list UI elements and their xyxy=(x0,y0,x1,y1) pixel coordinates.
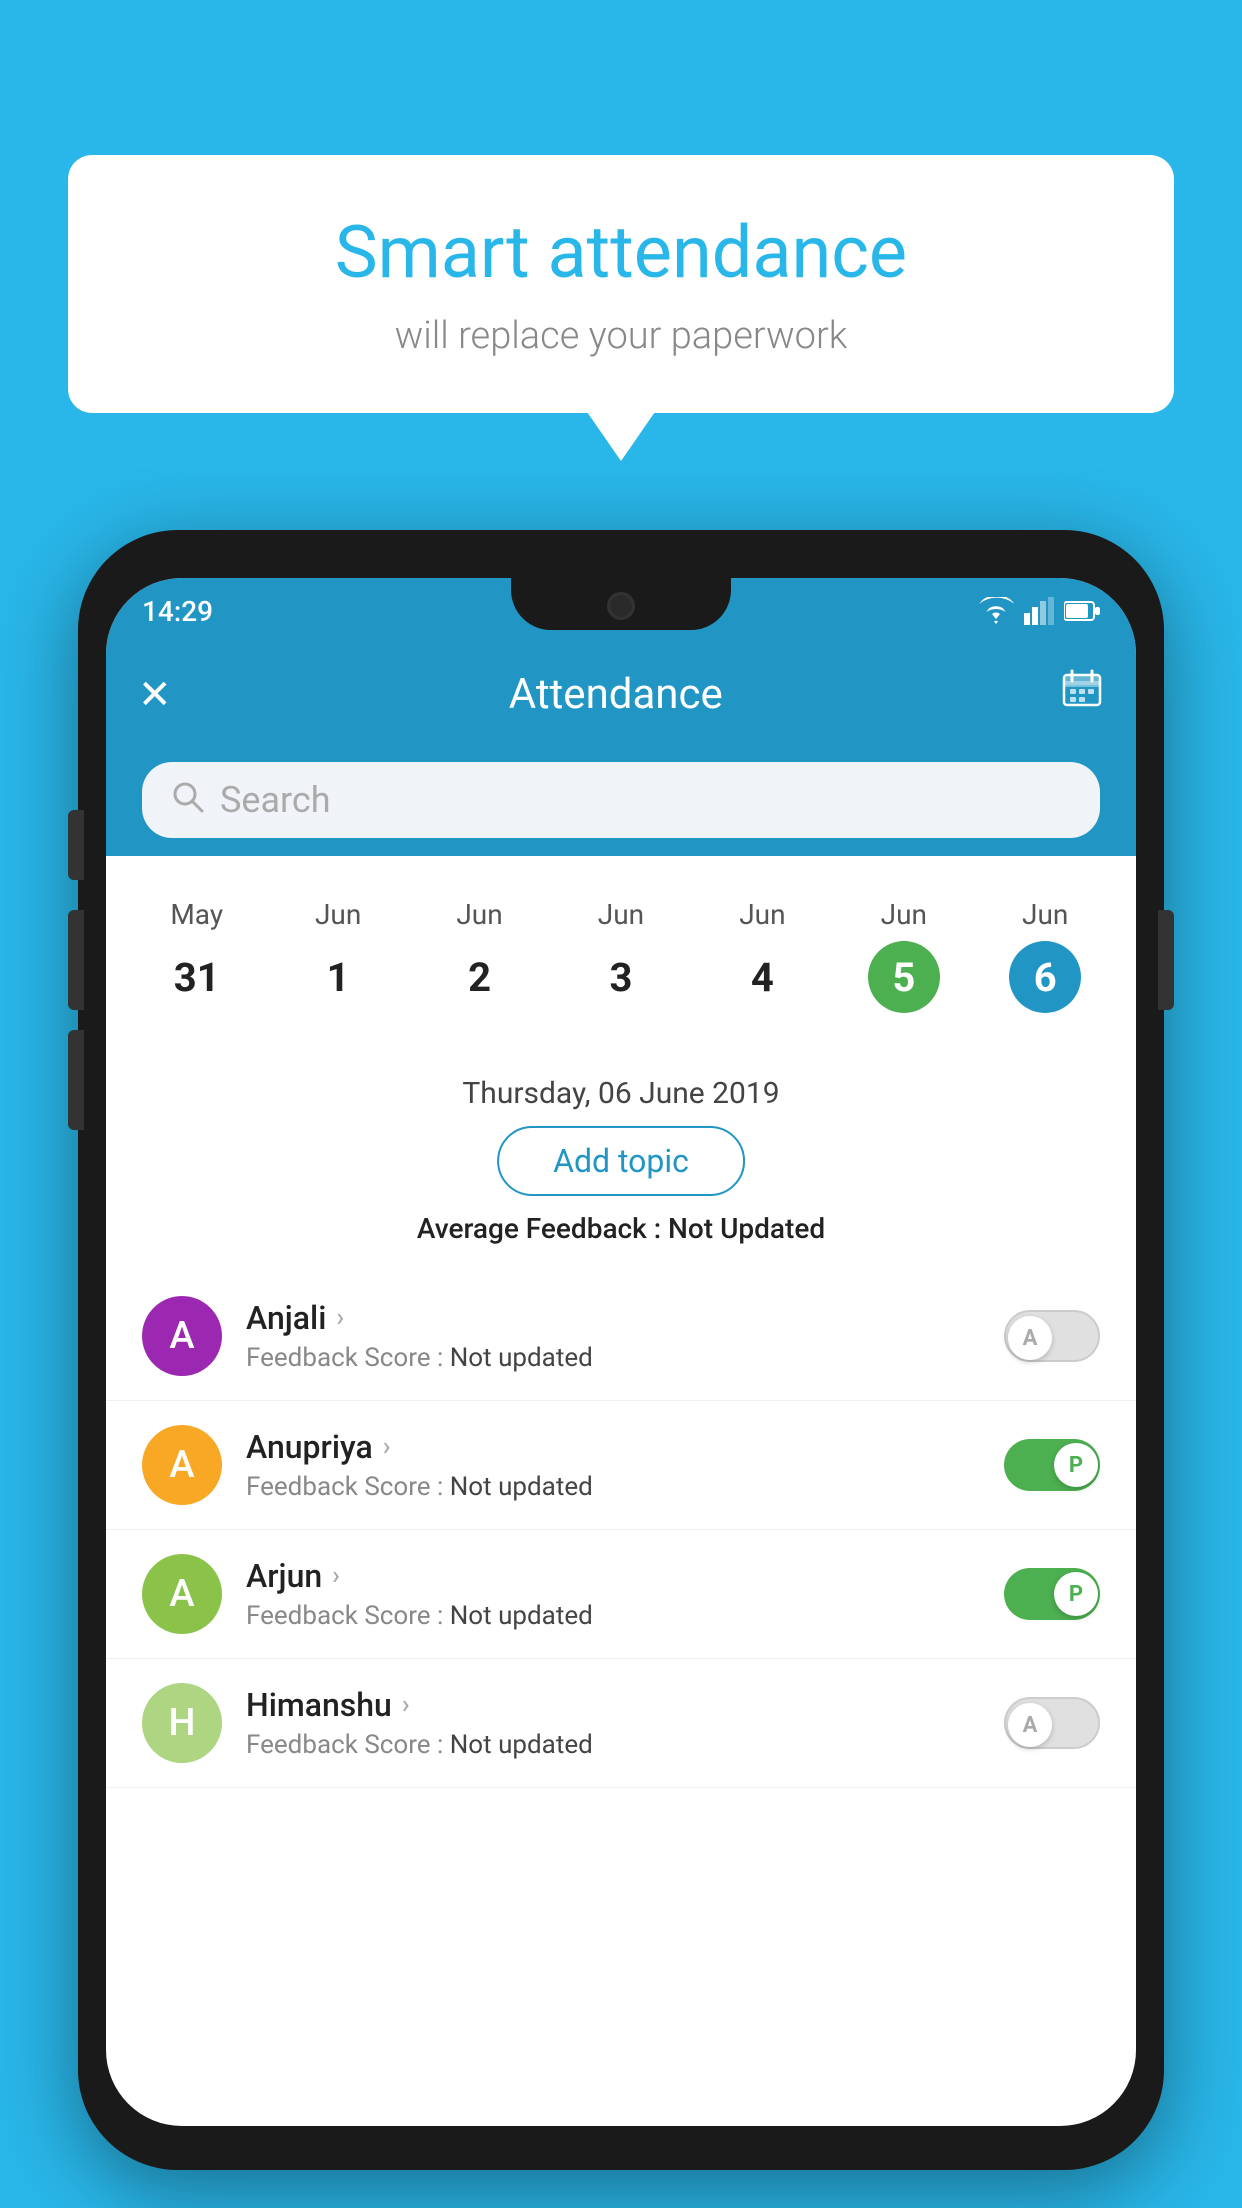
student-name[interactable]: Anjali › xyxy=(246,1299,980,1337)
toggle-knob: P xyxy=(1054,1572,1098,1616)
student-info: Arjun › Feedback Score : Not updated xyxy=(246,1557,980,1631)
signal-icon xyxy=(1024,597,1054,625)
calendar-day-3[interactable]: Jun 3 xyxy=(585,898,657,1013)
calendar-day-4[interactable]: Jun 4 xyxy=(726,898,798,1013)
day-number: 3 xyxy=(585,941,657,1013)
bubble-subtitle: will replace your paperwork xyxy=(128,314,1114,358)
search-input-placeholder: Search xyxy=(220,779,331,821)
student-feedback: Feedback Score : Not updated xyxy=(246,1472,980,1502)
day-month-label: Jun xyxy=(598,898,644,931)
day-number: 31 xyxy=(161,941,233,1013)
day-number: 4 xyxy=(726,941,798,1013)
speech-bubble: Smart attendance will replace your paper… xyxy=(68,155,1174,413)
calendar-button[interactable] xyxy=(1060,667,1104,721)
search-icon xyxy=(170,779,204,822)
app-title: Attendance xyxy=(172,670,1060,719)
student-avatar: A xyxy=(142,1425,222,1505)
student-feedback: Feedback Score : Not updated xyxy=(246,1601,980,1631)
chevron-icon: › xyxy=(332,1561,340,1591)
day-month-label: Jun xyxy=(739,898,785,931)
calendar-days: May 31 Jun 1 Jun 2 Jun 3 Jun 4 Jun 5 Jun 6 xyxy=(106,898,1136,1013)
calendar-day-5[interactable]: Jun 5 xyxy=(868,898,940,1013)
calendar-day-6[interactable]: Jun 6 xyxy=(1009,898,1081,1013)
silent-button xyxy=(68,1030,84,1130)
power-button xyxy=(1158,910,1174,1010)
calendar-day-2[interactable]: Jun 2 xyxy=(444,898,516,1013)
status-time: 14:29 xyxy=(142,595,213,628)
student-avatar: A xyxy=(142,1554,222,1634)
chevron-icon: › xyxy=(336,1303,344,1333)
attendance-toggle[interactable]: A xyxy=(1004,1697,1100,1749)
app-bar: ✕ Attendance xyxy=(106,644,1136,744)
volume-up-button xyxy=(68,810,84,880)
day-month-label: Jun xyxy=(456,898,502,931)
student-item: A Anjali › Feedback Score : Not updated A xyxy=(106,1272,1136,1401)
student-info: Himanshu › Feedback Score : Not updated xyxy=(246,1686,980,1760)
student-avatar: A xyxy=(142,1296,222,1376)
student-avatar: H xyxy=(142,1683,222,1763)
add-topic-button[interactable]: Add topic xyxy=(497,1126,745,1196)
toggle-knob: A xyxy=(1008,1316,1052,1360)
phone-notch xyxy=(511,578,731,630)
day-number: 1 xyxy=(302,941,374,1013)
day-number: 5 xyxy=(868,941,940,1013)
average-feedback: Average Feedback : Not Updated xyxy=(106,1212,1136,1245)
calendar-strip: May 31 Jun 1 Jun 2 Jun 3 Jun 4 Jun 5 Jun 6 xyxy=(106,874,1136,1029)
day-month-label: May xyxy=(170,898,223,931)
phone-frame: 14:29 xyxy=(78,530,1164,2170)
chevron-icon: › xyxy=(383,1432,391,1462)
student-item: A Arjun › Feedback Score : Not updated P xyxy=(106,1530,1136,1659)
phone-screen: 14:29 xyxy=(106,578,1136,2126)
student-name[interactable]: Arjun › xyxy=(246,1557,980,1595)
status-icons xyxy=(978,597,1100,625)
student-name[interactable]: Anupriya › xyxy=(246,1428,980,1466)
volume-down-button xyxy=(68,910,84,1010)
student-info: Anjali › Feedback Score : Not updated xyxy=(246,1299,980,1373)
day-month-label: Jun xyxy=(881,898,927,931)
search-bar[interactable]: Search xyxy=(142,762,1100,838)
student-info: Anupriya › Feedback Score : Not updated xyxy=(246,1428,980,1502)
close-button[interactable]: ✕ xyxy=(138,671,172,718)
day-month-label: Jun xyxy=(1022,898,1068,931)
search-container: Search xyxy=(106,744,1136,856)
day-month-label: Jun xyxy=(315,898,361,931)
selected-date-label: Thursday, 06 June 2019 xyxy=(106,1076,1136,1111)
toggle-knob: A xyxy=(1008,1703,1052,1747)
front-camera xyxy=(607,592,635,620)
student-item: H Himanshu › Feedback Score : Not updated A xyxy=(106,1659,1136,1788)
student-feedback: Feedback Score : Not updated xyxy=(246,1730,980,1760)
calendar-day-31[interactable]: May 31 xyxy=(161,898,233,1013)
student-item: A Anupriya › Feedback Score : Not updated P xyxy=(106,1401,1136,1530)
student-feedback: Feedback Score : Not updated xyxy=(246,1343,980,1373)
attendance-toggle[interactable]: P xyxy=(1004,1568,1100,1620)
avg-feedback-value: Not Updated xyxy=(668,1212,825,1245)
day-number: 6 xyxy=(1009,941,1081,1013)
student-name[interactable]: Himanshu › xyxy=(246,1686,980,1724)
avg-feedback-label: Average Feedback : xyxy=(417,1212,661,1245)
student-list: AAnjali ›Feedback Score : Not updatedAAA… xyxy=(106,1272,1136,1788)
chevron-icon: › xyxy=(402,1690,410,1720)
calendar-day-1[interactable]: Jun 1 xyxy=(302,898,374,1013)
wifi-icon xyxy=(978,597,1014,625)
attendance-toggle[interactable]: P xyxy=(1004,1439,1100,1491)
attendance-toggle[interactable]: A xyxy=(1004,1310,1100,1362)
battery-icon xyxy=(1064,600,1100,622)
toggle-knob: P xyxy=(1054,1443,1098,1487)
day-number: 2 xyxy=(444,941,516,1013)
bubble-title: Smart attendance xyxy=(128,210,1114,296)
